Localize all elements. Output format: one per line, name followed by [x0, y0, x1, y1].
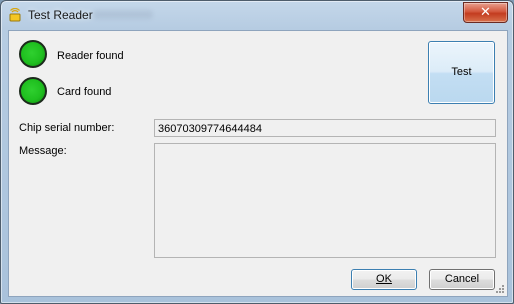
card-status-label: Card found [57, 86, 112, 98]
title-blur-decoration [93, 10, 153, 19]
reader-status-label: Reader found [57, 50, 124, 62]
serial-number-field[interactable]: 36070309774644484 [154, 119, 496, 137]
close-icon: ✕ [480, 4, 491, 19]
reader-app-icon [8, 7, 22, 22]
ok-button[interactable]: OK [351, 269, 417, 290]
test-button[interactable]: Test [428, 41, 495, 104]
window-title: Test Reader [28, 8, 93, 22]
cancel-button-label: Cancel [444, 273, 480, 285]
resize-grip-icon[interactable] [495, 284, 505, 294]
close-button[interactable]: ✕ [463, 2, 508, 23]
message-label: Message: [19, 145, 67, 157]
serial-number-value: 36070309774644484 [158, 123, 263, 135]
test-button-label: Test [451, 66, 472, 78]
cancel-button[interactable]: Cancel [429, 269, 495, 290]
message-field[interactable] [154, 143, 496, 258]
ok-button-label: OK [376, 273, 392, 285]
title-bar[interactable]: Test Reader ✕ [1, 1, 513, 29]
dialog-client-area: Reader found Card found Test Chip serial… [8, 30, 508, 297]
reader-status-led-icon [19, 40, 47, 68]
serial-number-label: Chip serial number: [19, 122, 115, 134]
card-status-led-icon [19, 77, 47, 105]
test-reader-dialog: Test Reader ✕ Reader found Card found Te… [0, 0, 514, 304]
